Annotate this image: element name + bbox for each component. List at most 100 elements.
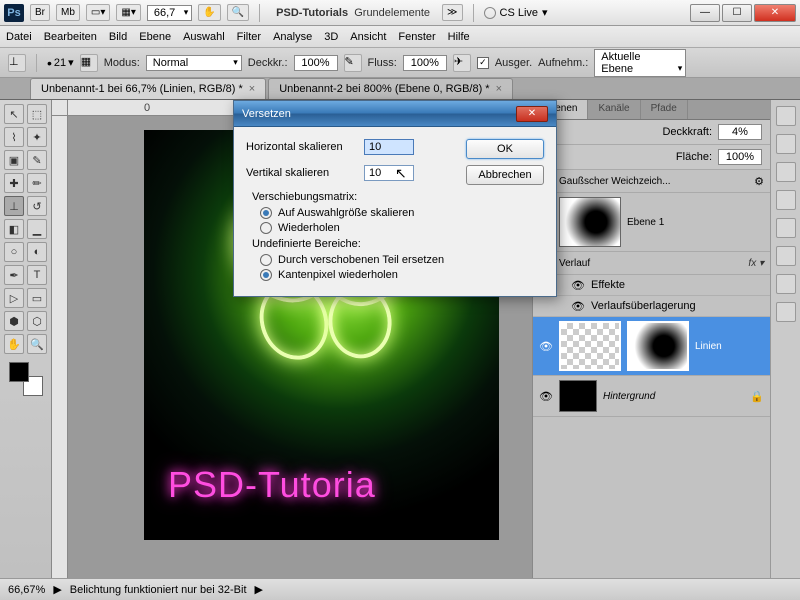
path-select-tool[interactable]: ▷	[4, 288, 24, 308]
menu-auswahl[interactable]: Auswahl	[183, 31, 225, 43]
layer-row[interactable]: 👁 Ebene 1	[533, 193, 770, 252]
close-tab-icon[interactable]: ×	[496, 83, 502, 95]
menu-hilfe[interactable]: Hilfe	[448, 31, 470, 43]
cancel-button[interactable]: Abbrechen	[466, 165, 544, 185]
visibility-icon[interactable]: 👁	[539, 339, 553, 353]
move-tool[interactable]: ↖	[4, 104, 24, 124]
deckkraft-value[interactable]: 100%	[294, 55, 338, 71]
minimize-button[interactable]: —	[690, 4, 720, 22]
panel-icon[interactable]	[776, 190, 796, 210]
menu-datei[interactable]: Datei	[6, 31, 32, 43]
color-swatches[interactable]	[9, 362, 43, 396]
fx-badge[interactable]: fx ▾	[748, 258, 764, 269]
tab-kanaele[interactable]: Kanäle	[588, 100, 640, 119]
dialog-close-button[interactable]: ✕	[516, 106, 548, 122]
crop-tool[interactable]: ▣	[4, 150, 24, 170]
menu-bild[interactable]: Bild	[109, 31, 127, 43]
effect-item[interactable]: 👁Verlaufsüberlagerung	[533, 296, 770, 317]
hand-button[interactable]: ✋	[198, 4, 220, 21]
type-tool[interactable]: T	[27, 265, 47, 285]
horizontal-input[interactable]	[364, 139, 414, 155]
eyedropper-tool[interactable]: ✎	[27, 150, 47, 170]
shape-tool[interactable]: ▭	[27, 288, 47, 308]
blur-tool[interactable]: ○	[4, 242, 24, 262]
layer-thumbnail[interactable]	[559, 197, 621, 247]
panel-icon[interactable]	[776, 246, 796, 266]
eraser-tool[interactable]: ◧	[4, 219, 24, 239]
effects-header[interactable]: 👁Effekte	[533, 275, 770, 296]
bridge-button[interactable]: Br	[30, 4, 50, 21]
ausgerichtet-checkbox[interactable]: ✓	[477, 57, 489, 69]
layer-thumbnail[interactable]	[559, 380, 597, 412]
healing-tool[interactable]: ✚	[4, 173, 24, 193]
radio-tile[interactable]: Wiederholen	[252, 222, 452, 234]
menu-fenster[interactable]: Fenster	[398, 31, 435, 43]
layer-thumbnail[interactable]	[559, 321, 621, 371]
document-tab-1[interactable]: Unbenannt-1 bei 66,7% (Linien, RGB/8) *×	[30, 78, 266, 99]
panel-icon[interactable]	[776, 274, 796, 294]
edit-filter-icon[interactable]: ⚙	[754, 175, 764, 188]
panel-icon[interactable]	[776, 162, 796, 182]
vertical-input[interactable]	[364, 165, 414, 181]
cslive-button[interactable]: CS Live ▾	[484, 6, 548, 19]
brush-tool[interactable]: ✏	[27, 173, 47, 193]
workspace-switcher[interactable]: ≫	[442, 4, 462, 21]
tab-pfade[interactable]: Pfade	[641, 100, 688, 119]
dodge-tool[interactable]: ◐	[27, 242, 47, 262]
pen-tool[interactable]: ✒	[4, 265, 24, 285]
layer-row[interactable]: 👁 Hintergrund 🔒	[533, 376, 770, 417]
ok-button[interactable]: OK	[466, 139, 544, 159]
menu-3d[interactable]: 3D	[324, 31, 338, 43]
brush-panel-button[interactable]: ▦	[80, 54, 98, 72]
menu-bearbeiten[interactable]: Bearbeiten	[44, 31, 97, 43]
hand-tool[interactable]: ✋	[4, 334, 24, 354]
dialog-titlebar[interactable]: Versetzen ✕	[234, 101, 556, 127]
mask-thumbnail[interactable]	[627, 321, 689, 371]
zoom-level-dropdown[interactable]: 66,7	[147, 5, 192, 21]
fluss-value[interactable]: 100%	[403, 55, 447, 71]
layer-row-selected[interactable]: 👁 Linien	[533, 317, 770, 376]
extras-button[interactable]: ▦▾	[116, 4, 140, 21]
wand-tool[interactable]: ✦	[27, 127, 47, 147]
screen-mode-button[interactable]: ▭▾	[86, 4, 110, 21]
foreground-swatch[interactable]	[9, 362, 29, 382]
document-tab-2[interactable]: Unbenannt-2 bei 800% (Ebene 0, RGB/8) *×	[268, 78, 513, 99]
3d-tool[interactable]: ⬢	[4, 311, 24, 331]
gradient-tool[interactable]: ▁	[27, 219, 47, 239]
stamp-tool[interactable]: ⊥	[4, 196, 24, 216]
fill-value[interactable]: 100%	[718, 149, 762, 165]
lasso-tool[interactable]: ⌇	[4, 127, 24, 147]
menu-ebene[interactable]: Ebene	[139, 31, 171, 43]
radio-stretch[interactable]: Auf Auswahlgröße skalieren	[252, 207, 452, 219]
panel-icon[interactable]	[776, 302, 796, 322]
zoom-button[interactable]: 🔍	[227, 4, 249, 21]
panel-icon[interactable]	[776, 134, 796, 154]
layer-row[interactable]: Verlauf fx ▾	[533, 252, 770, 275]
vertical-ruler[interactable]	[52, 116, 68, 578]
ruler-origin[interactable]	[52, 100, 68, 116]
marquee-tool[interactable]: ⬚	[27, 104, 47, 124]
opacity-value[interactable]: 4%	[718, 124, 762, 140]
zoom-tool[interactable]: 🔍	[27, 334, 47, 354]
maximize-button[interactable]: ☐	[722, 4, 752, 22]
pressure-opacity-button[interactable]: ✎	[344, 54, 362, 72]
3d-camera-tool[interactable]: ⬡	[27, 311, 47, 331]
close-tab-icon[interactable]: ×	[249, 83, 255, 95]
radio-repeat-edge[interactable]: Kantenpixel wiederholen	[252, 269, 452, 281]
aufnehmen-dropdown[interactable]: Aktuelle Ebene	[594, 49, 686, 77]
history-brush-tool[interactable]: ↺	[27, 196, 47, 216]
visibility-icon[interactable]: 👁	[539, 389, 553, 403]
menu-ansicht[interactable]: Ansicht	[350, 31, 386, 43]
panel-icon[interactable]	[776, 218, 796, 238]
status-zoom[interactable]: 66,67%	[8, 584, 45, 596]
menu-filter[interactable]: Filter	[237, 31, 261, 43]
radio-wrap[interactable]: Durch verschobenen Teil ersetzen	[252, 254, 452, 266]
airbrush-button[interactable]: ✈	[453, 54, 471, 72]
modus-dropdown[interactable]: Normal	[146, 55, 242, 71]
stamp-tool-icon[interactable]: ⊥	[8, 54, 26, 72]
panel-icon[interactable]	[776, 106, 796, 126]
brush-preset[interactable]: •21 ▾	[47, 55, 74, 71]
close-button[interactable]: ✕	[754, 4, 796, 22]
menu-analyse[interactable]: Analyse	[273, 31, 312, 43]
minibridge-button[interactable]: Mb	[56, 4, 80, 21]
